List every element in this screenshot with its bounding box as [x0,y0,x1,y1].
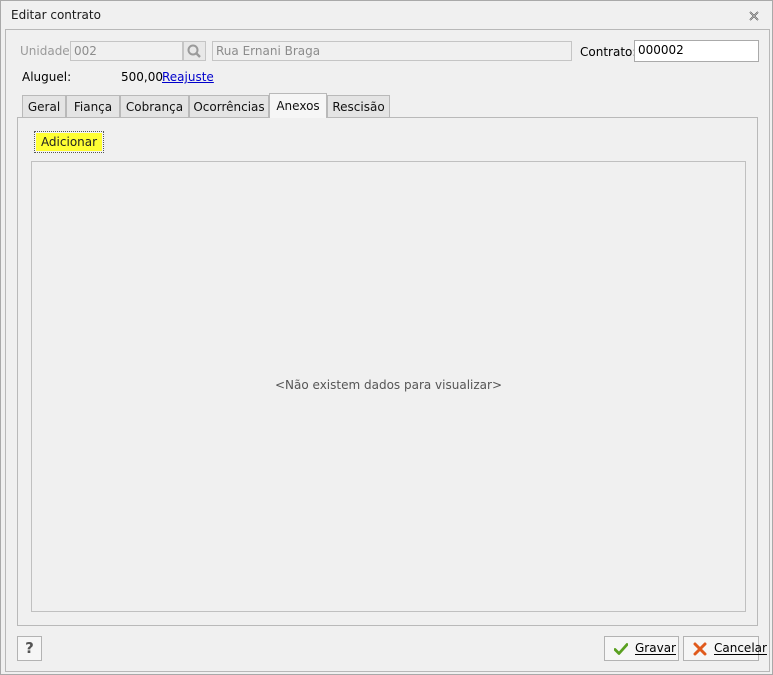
contrato-label: Contrato: [580,45,637,59]
cancel-label: Cancelar [714,641,767,655]
search-icon [187,44,201,58]
tab-cobranca[interactable]: Cobrança [120,95,189,118]
attachments-grid[interactable]: <Não existem dados para visualizar> [31,161,746,612]
anexos-panel: Adicionar <Não existem dados para visual… [17,117,758,626]
tab-fianca[interactable]: Fiança [66,95,120,118]
aluguel-value: 500,00 [121,70,163,84]
aluguel-label: Aluguel: [22,70,72,84]
save-button[interactable]: Gravar [604,636,679,661]
reajuste-link[interactable]: Reajuste [162,70,214,84]
cancel-button[interactable]: Cancelar [683,636,767,661]
close-icon[interactable] [748,10,760,22]
x-icon [693,642,707,656]
title-bar: Editar contrato [1,1,772,29]
window-title: Editar contrato [11,8,101,22]
add-attachment-button[interactable]: Adicionar [34,131,104,153]
edit-contract-dialog: Editar contrato Unidade: 002 Rua Ernani … [0,0,773,675]
add-button-label: Adicionar [36,133,102,151]
contrato-input[interactable]: 000002 [634,40,759,62]
check-icon [614,643,628,655]
unidade-label: Unidade: [20,44,74,58]
tab-geral[interactable]: Geral [22,95,66,118]
save-label: Gravar [635,641,676,655]
empty-message: <Não existem dados para visualizar> [274,378,502,392]
tab-ocorrencias[interactable]: Ocorrências [189,95,269,118]
address-field[interactable]: Rua Ernani Braga [212,41,572,61]
dialog-body: Unidade: 002 Rua Ernani Braga Contrato: … [5,29,770,672]
unidade-input[interactable]: 002 [70,41,183,61]
unidade-search-button[interactable] [183,41,206,61]
help-button[interactable]: ? [17,636,42,661]
tab-anexos[interactable]: Anexos [269,93,327,118]
tab-rescisao[interactable]: Rescisão [327,95,390,118]
